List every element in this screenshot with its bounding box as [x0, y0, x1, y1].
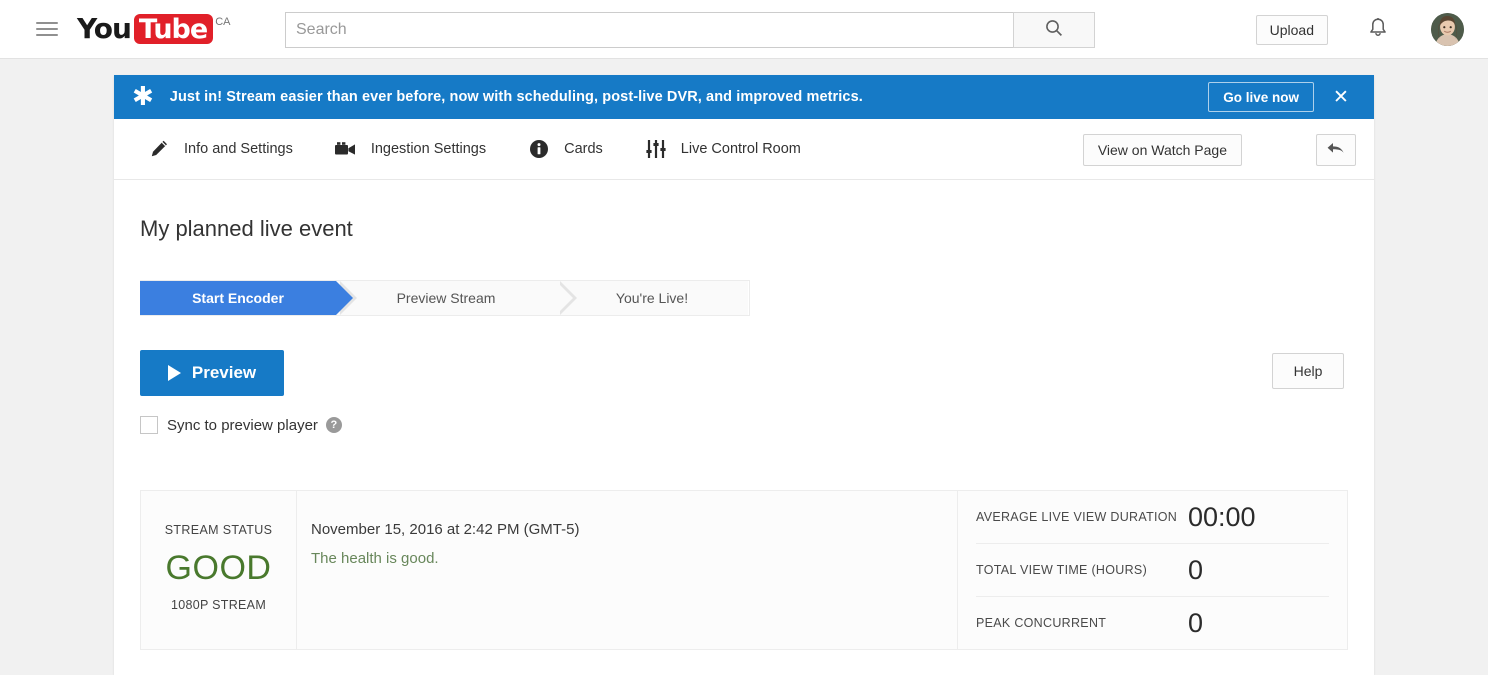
preview-button-label: Preview — [191, 363, 257, 382]
step-preview-stream[interactable]: Preview Stream — [336, 281, 577, 315]
metric-row: AVERAGE LIVE VIEW DURATION 00:00 — [976, 491, 1329, 544]
metric-label: AVERAGE LIVE VIEW DURATION — [976, 510, 1178, 524]
step-start-encoder[interactable]: Start Encoder — [140, 281, 357, 315]
tab-label: Ingestion Settings — [370, 141, 487, 157]
stream-metrics: AVERAGE LIVE VIEW DURATION 00:00 TOTAL V… — [957, 491, 1347, 649]
stream-health-message: The health is good. — [311, 550, 439, 567]
metric-label: PEAK CONCURRENT — [976, 616, 1107, 630]
tab-cards[interactable]: Cards — [526, 119, 603, 179]
hamburger-menu-icon[interactable] — [36, 17, 60, 41]
page-body: My planned live event Start Encoder Prev… — [114, 216, 1374, 650]
step-label: Start Encoder — [192, 290, 284, 306]
notifications-button[interactable] — [1362, 14, 1394, 46]
promo-banner: ✱ Just in! Stream easier than ever befor… — [114, 75, 1374, 119]
page-card: ✱ Just in! Stream easier than ever befor… — [114, 75, 1374, 675]
sliders-icon — [643, 137, 669, 161]
tab-info-and-settings[interactable]: Info and Settings — [146, 119, 293, 179]
video-camera-icon — [333, 137, 359, 161]
tab-ingestion-settings[interactable]: Ingestion Settings — [333, 119, 486, 179]
metric-value: 0 — [1188, 607, 1204, 638]
promo-message: Just in! Stream easier than ever before,… — [169, 89, 863, 105]
sync-checkbox-label: Sync to preview player — [167, 416, 318, 434]
logo-you-text: You — [77, 12, 132, 45]
close-icon[interactable]: ✕ — [1330, 86, 1352, 108]
search-area — [285, 12, 1095, 48]
youtube-logo[interactable]: You Tube CA — [77, 14, 230, 44]
stream-resolution: 1080P STREAM — [170, 597, 267, 612]
stream-status-detail: November 15, 2016 at 2:42 PM (GMT-5) The… — [297, 491, 957, 649]
step-arrow — [336, 281, 353, 315]
metric-label: TOTAL VIEW TIME (HOURS) — [976, 563, 1148, 577]
step-label: Preview Stream — [396, 290, 496, 306]
step-arrow — [556, 281, 573, 315]
stream-status-panel: STREAM STATUS GOOD 1080P STREAM November… — [140, 490, 1348, 650]
metric-value: 0 — [1188, 554, 1204, 585]
metric-row: PEAK CONCURRENT 0 — [976, 597, 1329, 649]
bell-icon — [1367, 16, 1389, 45]
search-icon — [1044, 18, 1064, 43]
logo-tube-box: Tube — [133, 13, 214, 45]
stream-status-caption: STREAM STATUS — [164, 522, 273, 537]
stream-timestamp: November 15, 2016 at 2:42 PM (GMT-5) — [311, 521, 580, 538]
back-button[interactable] — [1316, 134, 1356, 166]
page-title: My planned live event — [140, 216, 353, 241]
tab-label: Cards — [564, 141, 603, 157]
preview-button[interactable]: Preview — [140, 350, 284, 396]
logo-tube-text: Tube — [138, 13, 208, 45]
sync-to-preview-player-row: Sync to preview player ? — [140, 416, 1348, 434]
pencil-icon — [146, 137, 172, 161]
search-button[interactable] — [1013, 12, 1095, 48]
info-circle-icon — [526, 137, 552, 161]
avatar[interactable] — [1431, 13, 1464, 46]
tab-label: Live Control Room — [680, 141, 801, 157]
question-mark-icon[interactable]: ? — [325, 417, 342, 433]
step-label: You're Live! — [615, 290, 689, 306]
sync-checkbox[interactable] — [140, 416, 158, 434]
masthead: You Tube CA Upload — [0, 0, 1488, 59]
back-arrow-icon — [1326, 140, 1346, 161]
preview-row: Preview Help — [140, 350, 1348, 400]
search-input[interactable] — [285, 12, 1013, 48]
play-icon — [167, 365, 181, 381]
go-live-now-button[interactable]: Go live now — [1208, 82, 1314, 112]
stream-status-summary: STREAM STATUS GOOD 1080P STREAM — [141, 491, 297, 649]
logo-country-code: CA — [215, 16, 231, 28]
metric-value: 00:00 — [1188, 501, 1256, 532]
help-button[interactable]: Help — [1272, 353, 1344, 389]
tab-navigation: Info and Settings Ingestion Settings Car… — [114, 119, 1374, 180]
stream-status-value: GOOD — [165, 548, 272, 587]
avatar-image — [1431, 13, 1464, 46]
tab-live-control-room[interactable]: Live Control Room — [643, 119, 801, 179]
metric-row: TOTAL VIEW TIME (HOURS) 0 — [976, 544, 1329, 597]
step-youre-live[interactable]: You're Live! — [556, 281, 748, 315]
star-icon: ✱ — [132, 82, 154, 112]
upload-button[interactable]: Upload — [1255, 15, 1328, 45]
tab-label: Info and Settings — [184, 141, 293, 157]
view-on-watch-page-button[interactable]: View on Watch Page — [1082, 134, 1242, 166]
progress-stepper: Start Encoder Preview Stream You're Live… — [140, 280, 750, 316]
